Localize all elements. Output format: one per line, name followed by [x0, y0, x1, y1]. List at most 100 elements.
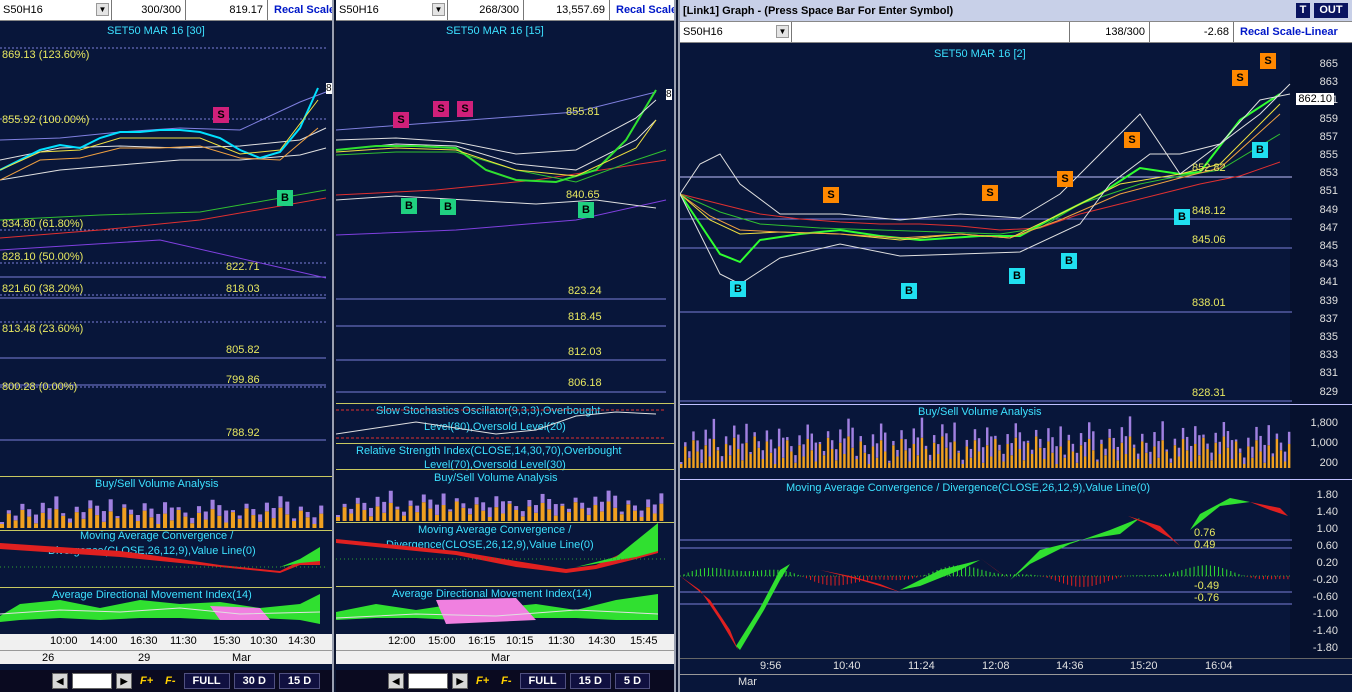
- volume-sell-bar: [560, 503, 565, 506]
- volume-buy-bar: [977, 451, 981, 468]
- chart-panel-2[interactable]: S50H16 ▼ 268/300 13,557.69 Recal Scale S…: [336, 0, 676, 692]
- volume-sell-bar: [1079, 433, 1083, 446]
- volume-sell-bar: [945, 433, 948, 448]
- buy-marker[interactable]: B: [277, 190, 293, 206]
- buy-marker[interactable]: B: [1009, 268, 1025, 284]
- volume-sell-bar: [1194, 426, 1197, 444]
- buy-marker[interactable]: B: [440, 199, 456, 215]
- volume-buy-bar: [806, 438, 809, 468]
- volume-sell-bar: [1006, 434, 1009, 444]
- zoom-out-button[interactable]: F-: [161, 675, 179, 687]
- chart-panel-3[interactable]: [Link1] Graph - (Press Space Bar For Ent…: [678, 0, 1352, 692]
- buy-marker[interactable]: B: [1174, 209, 1190, 225]
- sell-marker[interactable]: S: [982, 185, 998, 201]
- range-15d-button[interactable]: 15 D: [569, 673, 611, 689]
- scroll-right-icon[interactable]: ▶: [116, 673, 132, 689]
- chevron-down-icon[interactable]: ▼: [96, 3, 109, 16]
- symbol-select[interactable]: S50H16 ▼: [336, 0, 448, 20]
- volume-buy-bar: [435, 514, 439, 521]
- volume-sell-bar: [487, 507, 492, 517]
- volume-buy-bar: [724, 443, 728, 468]
- volume-sell-bar: [67, 518, 72, 523]
- scrollbar-thumb[interactable]: [72, 673, 112, 689]
- sell-marker[interactable]: S: [1057, 171, 1073, 187]
- scroll-left-icon[interactable]: ◀: [388, 673, 404, 689]
- range-full-button[interactable]: FULL: [183, 673, 230, 689]
- price-axis-tick: 847: [1319, 221, 1338, 234]
- volume-sell-bar: [728, 445, 732, 456]
- zoom-in-button[interactable]: F+: [472, 675, 493, 687]
- scroll-left-icon[interactable]: ◀: [52, 673, 68, 689]
- buy-marker[interactable]: B: [1061, 253, 1077, 269]
- volume-buy-bar: [402, 515, 406, 521]
- buy-marker[interactable]: B: [401, 198, 417, 214]
- range-30d-button[interactable]: 30 D: [233, 673, 275, 689]
- sell-marker[interactable]: S: [1260, 53, 1276, 69]
- volume-sell-bar: [1222, 422, 1226, 437]
- scroll-right-icon[interactable]: ▶: [452, 673, 468, 689]
- sell-marker[interactable]: S: [393, 112, 409, 128]
- volume-buy-bar: [481, 510, 486, 521]
- time-axis-tick: 10:40: [833, 660, 861, 672]
- recal-scale-button[interactable]: Recal Scale-Linear: [1234, 22, 1352, 42]
- macd-axis-tick: 1.00: [1316, 523, 1338, 535]
- volume-buy-bar: [1202, 437, 1205, 468]
- volume-sell-bar: [688, 451, 691, 458]
- sell-marker[interactable]: S: [1124, 132, 1140, 148]
- volume-buy-bar: [217, 515, 222, 528]
- chevron-down-icon[interactable]: ▼: [432, 3, 445, 16]
- volume-buy-bar: [312, 524, 317, 528]
- price-chart[interactable]: [0, 20, 334, 470]
- sell-marker[interactable]: S: [1232, 70, 1248, 86]
- volume-sell-bar: [981, 447, 985, 463]
- buy-marker[interactable]: B: [578, 202, 594, 218]
- buy-marker[interactable]: B: [1252, 142, 1268, 158]
- volume-buy-bar: [129, 514, 134, 528]
- chevron-down-icon[interactable]: ▼: [776, 25, 789, 38]
- volume-buy-bar: [501, 513, 505, 521]
- sell-marker[interactable]: S: [823, 187, 839, 203]
- price-chart[interactable]: [680, 44, 1292, 404]
- fib-level-label: 869.13 (123.60%): [2, 49, 90, 61]
- symbol-select[interactable]: S50H16 ▼: [0, 0, 112, 20]
- symbol-value: S50H16: [3, 4, 43, 16]
- volume-buy-bar: [1214, 442, 1217, 468]
- symbol-select[interactable]: S50H16 ▼: [680, 22, 792, 42]
- volume-sell-bar: [237, 515, 242, 519]
- sell-marker[interactable]: S: [433, 101, 449, 117]
- out-button[interactable]: OUT: [1314, 3, 1348, 18]
- volume-buy-bar: [237, 518, 242, 528]
- volume-buy-bar: [534, 512, 538, 521]
- range-15d-button[interactable]: 15 D: [278, 673, 321, 689]
- recal-scale-button[interactable]: Recal Scale: [268, 0, 332, 20]
- last-price-tag: 8: [326, 83, 332, 94]
- sell-marker[interactable]: S: [457, 101, 473, 117]
- scrollbar-thumb[interactable]: [408, 673, 448, 689]
- volume-sell-bar: [369, 507, 373, 517]
- volume-buy-bar: [573, 502, 578, 521]
- buy-marker[interactable]: B: [901, 283, 917, 299]
- volume-buy-bar: [708, 456, 712, 468]
- zoom-in-button[interactable]: F+: [136, 675, 157, 687]
- buy-marker[interactable]: B: [730, 281, 746, 297]
- volume-buy-bar: [258, 521, 263, 528]
- recal-scale-button[interactable]: Recal Scale: [610, 0, 674, 20]
- volume-sell-bar: [1100, 439, 1103, 444]
- volume-sell-bar: [806, 424, 809, 439]
- volume-buy-bar: [1010, 455, 1013, 468]
- range-full-button[interactable]: FULL: [519, 673, 566, 689]
- sell-marker[interactable]: S: [213, 107, 229, 123]
- price-chart[interactable]: [336, 20, 676, 400]
- volume-sell-bar: [737, 434, 740, 449]
- volume-buy-bar: [1018, 448, 1022, 468]
- zoom-out-button[interactable]: F-: [497, 675, 515, 687]
- volume-buy-bar: [1039, 447, 1042, 468]
- chart-panel-1[interactable]: S50H16 ▼ 300/300 819.17 Recal Scale SET5…: [0, 0, 334, 692]
- volume-sell-bar: [965, 439, 969, 447]
- time-axis-tick: 9:56: [760, 660, 782, 672]
- volume-sell-bar: [224, 510, 229, 523]
- t-button[interactable]: T: [1296, 3, 1310, 18]
- volume-sell-bar: [1275, 433, 1279, 439]
- volume-sell-bar: [1283, 451, 1287, 462]
- range-5d-button[interactable]: 5 D: [614, 673, 651, 689]
